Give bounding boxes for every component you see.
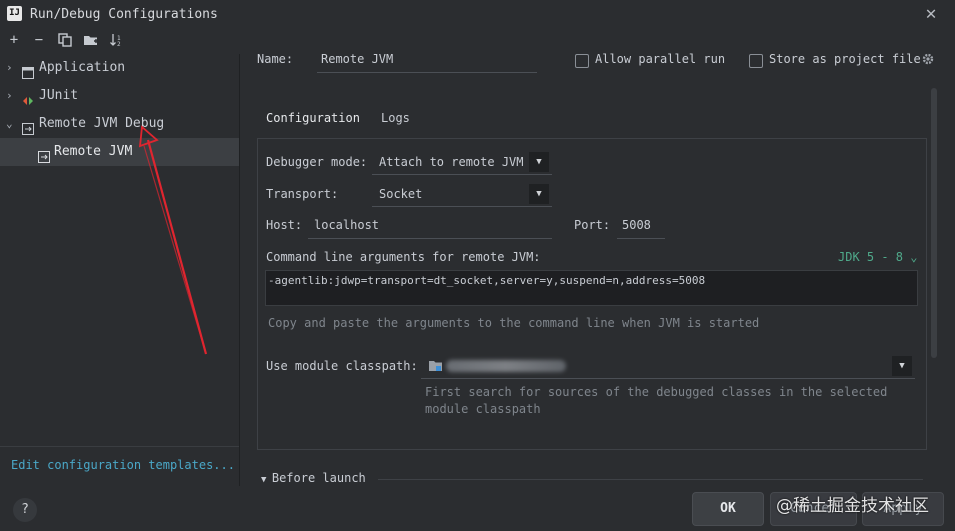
chevron-down-icon: ▼: [261, 475, 272, 485]
chevron-down-icon[interactable]: ▼: [892, 356, 912, 376]
folder-icon[interactable]: [82, 31, 100, 49]
help-button[interactable]: ?: [13, 498, 37, 522]
blurred-module-name: [446, 360, 566, 372]
tree-item-label: Remote JVM: [54, 144, 133, 159]
tab-configuration[interactable]: Configuration: [260, 104, 366, 142]
tree-item-remote-jvm[interactable]: Remote JVM: [0, 138, 239, 166]
window-title: Run/Debug Configurations: [30, 7, 218, 22]
scrollbar-thumb[interactable]: [931, 88, 937, 358]
chevron-down-icon[interactable]: ▼: [529, 152, 549, 172]
tree-item-junit[interactable]: › JUnit: [0, 82, 239, 110]
command-line-args-label: Command line arguments for remote JVM:: [266, 250, 541, 264]
before-launch-divider: [378, 479, 923, 480]
remote-jvm-icon: [22, 118, 34, 135]
remote-jvm-icon: [38, 146, 50, 163]
allow-parallel-run-checkbox[interactable]: [575, 54, 589, 68]
host-label: Host:: [266, 218, 303, 232]
transport-value: Socket: [379, 187, 423, 201]
tree-item-label: JUnit: [39, 88, 79, 103]
transport-label: Transport:: [266, 187, 339, 201]
application-icon: [22, 62, 34, 79]
port-value: 5008: [622, 218, 651, 232]
name-label: Name:: [257, 52, 294, 66]
command-line-args-value: -agentlib:jdwp=transport=dt_socket,serve…: [268, 274, 706, 287]
add-configuration-button[interactable]: +: [5, 31, 23, 49]
allow-parallel-run-label[interactable]: Allow parallel run: [595, 52, 725, 66]
command-line-hint: Copy and paste the arguments to the comm…: [268, 316, 760, 330]
gear-icon[interactable]: [921, 52, 935, 66]
chevron-down-icon[interactable]: ⌄: [6, 110, 16, 138]
jdk-version-selector[interactable]: JDK 5 - 8 ⌄: [838, 250, 917, 264]
name-value: Remote JVM: [321, 52, 394, 66]
edit-configuration-templates-link[interactable]: Edit configuration templates...: [11, 458, 235, 472]
store-as-project-file-checkbox[interactable]: [749, 54, 763, 68]
ok-button[interactable]: OK: [692, 492, 764, 526]
tree-item-label: Remote JVM Debug: [39, 116, 165, 131]
tree-item-label: Application: [39, 60, 126, 75]
close-window-button[interactable]: ✕: [920, 3, 942, 25]
debugger-mode-label: Debugger mode:: [266, 155, 368, 169]
host-value: localhost: [314, 218, 380, 232]
copy-icon[interactable]: [56, 31, 74, 49]
before-launch-label: Before launch: [271, 471, 366, 485]
store-as-project-file-label[interactable]: Store as project file: [769, 52, 921, 66]
tree-item-remote-jvm-debug[interactable]: ⌄ Remote JVM Debug: [0, 110, 239, 138]
remove-configuration-button[interactable]: −: [30, 31, 48, 49]
port-label: Port:: [574, 218, 611, 232]
watermark: @稀土掘金技术社区: [776, 496, 929, 516]
chevron-right-icon[interactable]: ›: [6, 54, 16, 82]
svg-text:2: 2: [117, 41, 121, 47]
debugger-mode-value: Attach to remote JVM: [379, 155, 524, 169]
sort-icon[interactable]: 12: [108, 31, 126, 49]
module-folder-icon: [429, 360, 442, 371]
chevron-right-icon[interactable]: ›: [6, 82, 16, 110]
before-launch-section[interactable]: ▼ Before launch: [261, 471, 366, 485]
tab-logs[interactable]: Logs: [381, 104, 410, 140]
intellij-app-icon: IJ: [7, 6, 22, 21]
module-classpath-hint-line2: module classpath: [425, 402, 541, 416]
chevron-down-icon[interactable]: ▼: [529, 184, 549, 204]
module-classpath-hint-line1: First search for sources of the debugged…: [425, 385, 888, 399]
chevron-down-icon: ⌄: [903, 250, 918, 264]
panel-divider[interactable]: [239, 54, 240, 486]
jdk-version-label: JDK 5 - 8: [838, 250, 904, 264]
tree-item-application[interactable]: › Application: [0, 54, 239, 82]
junit-icon: [22, 90, 34, 105]
module-classpath-label: Use module classpath:: [266, 359, 418, 373]
